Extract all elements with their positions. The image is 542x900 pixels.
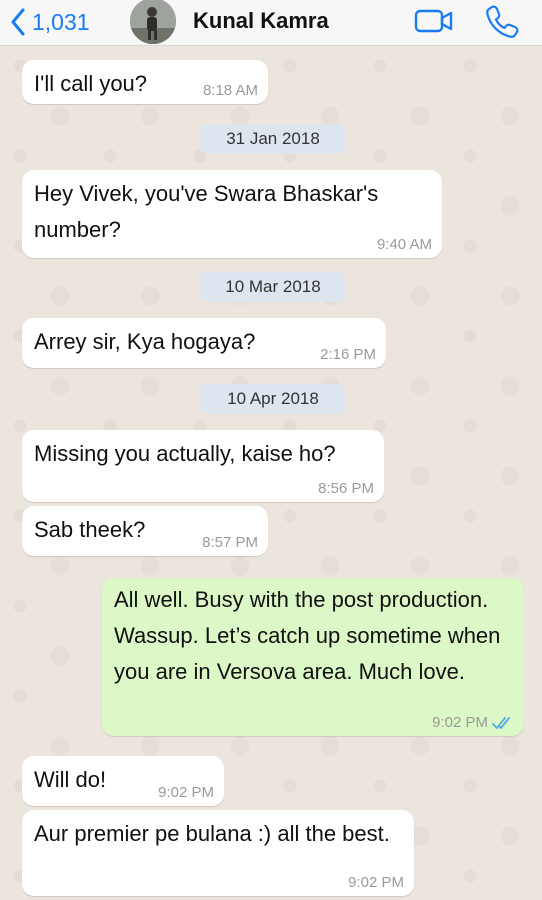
message-incoming[interactable]: Missing you actually, kaise ho? 8:56 PM: [22, 430, 384, 502]
message-text: Missing you actually, kaise ho?: [34, 441, 336, 466]
message-text: All well. Busy with the post production.…: [114, 587, 501, 684]
read-receipt-icon: [492, 717, 510, 729]
message-text: Aur premier pe bulana :) all the best.: [34, 821, 390, 846]
unread-count: 1,031: [32, 8, 90, 35]
message-outgoing[interactable]: All well. Busy with the post production.…: [102, 578, 524, 736]
chevron-left-icon: [11, 8, 25, 36]
video-call-icon[interactable]: [414, 6, 454, 36]
message-incoming[interactable]: Will do! 9:02 PM: [22, 756, 224, 806]
contact-name[interactable]: Kunal Kamra: [193, 8, 329, 34]
date-separator: 10 Mar 2018: [200, 272, 346, 302]
message-incoming[interactable]: I'll call you? 8:18 AM: [22, 60, 268, 104]
message-time: 8:57 PM: [202, 534, 258, 551]
date-separator: 31 Jan 2018: [200, 124, 346, 154]
message-incoming[interactable]: Aur premier pe bulana :) all the best. 9…: [22, 810, 414, 896]
message-incoming[interactable]: Hey Vivek, you've Swara Bhaskar's number…: [22, 170, 442, 258]
avatar[interactable]: [130, 0, 176, 44]
message-list[interactable]: I'll call you? 8:18 AM 31 Jan 2018 Hey V…: [0, 46, 542, 900]
avatar-photo-icon: [130, 0, 176, 44]
date-separator: 10 Apr 2018: [200, 384, 346, 414]
phone-call-icon[interactable]: [484, 4, 520, 38]
message-time: 2:16 PM: [320, 346, 376, 363]
back-button[interactable]: 1,031: [10, 6, 90, 38]
message-time: 8:18 AM: [202, 82, 258, 99]
message-incoming[interactable]: Sab theek? 8:57 PM: [22, 506, 268, 556]
message-time: 9:40 AM: [376, 236, 432, 253]
chat-header: 1,031 Kunal Kamra: [0, 0, 542, 46]
message-text: Hey Vivek, you've Swara Bhaskar's number…: [34, 181, 379, 242]
message-incoming[interactable]: Arrey sir, Kya hogaya? 2:16 PM: [22, 318, 386, 368]
message-time: 8:56 PM: [318, 480, 374, 497]
message-time: 9:02 PM: [432, 714, 488, 731]
message-time: 9:02 PM: [348, 874, 404, 891]
message-time: 9:02 PM: [158, 784, 214, 801]
